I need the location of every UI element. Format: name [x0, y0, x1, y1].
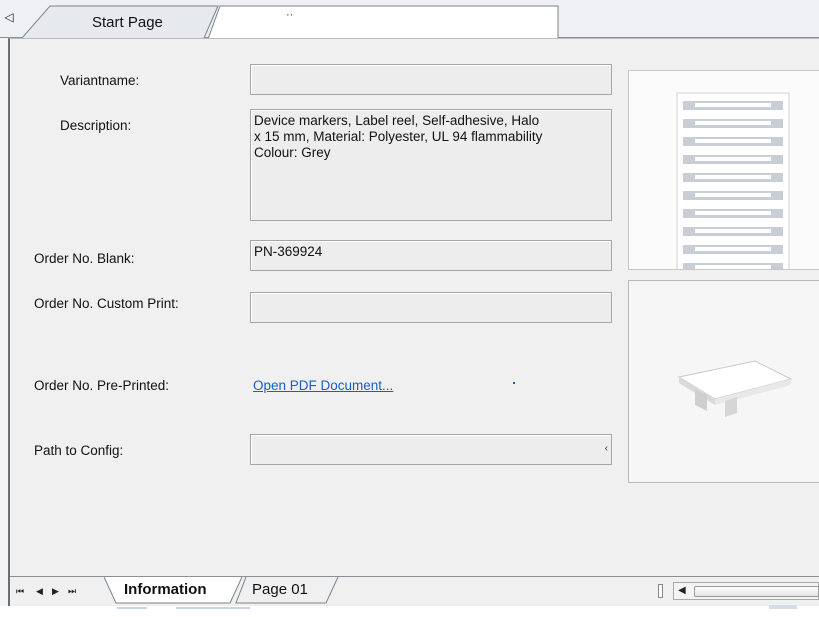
stray-dot: [513, 382, 515, 384]
left-triangle-icon[interactable]: ◁: [2, 9, 16, 25]
path-to-config-field[interactable]: ‹: [250, 434, 612, 465]
description-field[interactable]: Device markers, Label reel, Self-adhesiv…: [250, 109, 612, 221]
tab-active-document[interactable]: ··: [208, 5, 560, 39]
order-no-pre-printed-label: Order No. Pre-Printed:: [34, 378, 170, 393]
sheet-tab-information[interactable]: Information: [103, 576, 250, 605]
marker-carrier-picture: [677, 360, 793, 417]
path-to-config-label: Path to Config:: [34, 443, 124, 458]
last-page-icon[interactable]: ⏭: [68, 586, 76, 596]
tab-active-label: ··: [286, 9, 294, 21]
order-no-custom-print-field[interactable]: [250, 292, 612, 323]
footer-mark: [769, 605, 797, 609]
first-page-icon[interactable]: ⏮: [16, 586, 24, 596]
variantname-field[interactable]: [250, 64, 612, 95]
scrollbar-splitter[interactable]: [658, 584, 663, 598]
sheet-tab-information-label: Information: [124, 581, 207, 598]
sheet-tab-bar: ⏮ ◀ ▶ ⏭ Information Page 01 ◀: [10, 576, 819, 604]
product-image-label-reel: [628, 70, 819, 270]
open-pdf-link[interactable]: Open PDF Document...: [253, 378, 393, 393]
prev-page-icon[interactable]: ◀: [36, 586, 43, 596]
sheet-tab-page-01[interactable]: Page 01: [234, 576, 354, 605]
footer-mark: [176, 607, 250, 609]
variantname-label: Variantname:: [60, 73, 140, 88]
order-no-custom-print-label: Order No. Custom Print:: [34, 296, 179, 311]
footer-mark: [117, 607, 147, 609]
sheet-tab-page-01-label: Page 01: [252, 581, 308, 598]
order-no-blank-field[interactable]: PN-369924: [250, 240, 612, 271]
scrollbar-thumb[interactable]: [694, 586, 819, 597]
order-no-blank-label: Order No. Blank:: [34, 251, 135, 266]
scroll-left-icon[interactable]: ◀: [678, 585, 686, 596]
horizontal-scrollbar[interactable]: ◀: [673, 582, 819, 600]
description-label: Description:: [60, 118, 132, 133]
tab-active-shape: [208, 5, 559, 39]
tab-start-page-label: Start Page: [92, 14, 163, 31]
next-page-icon[interactable]: ▶: [52, 586, 59, 596]
document-tab-strip: ◁ Start Page ··: [0, 0, 819, 39]
properties-panel: Variantname: Description: Device markers…: [8, 38, 819, 608]
caret-left-icon: ‹: [604, 443, 608, 454]
label-reel-picture: [676, 92, 790, 269]
product-image-marker-carrier: [628, 280, 819, 483]
tab-start-page[interactable]: Start Page: [22, 5, 222, 38]
